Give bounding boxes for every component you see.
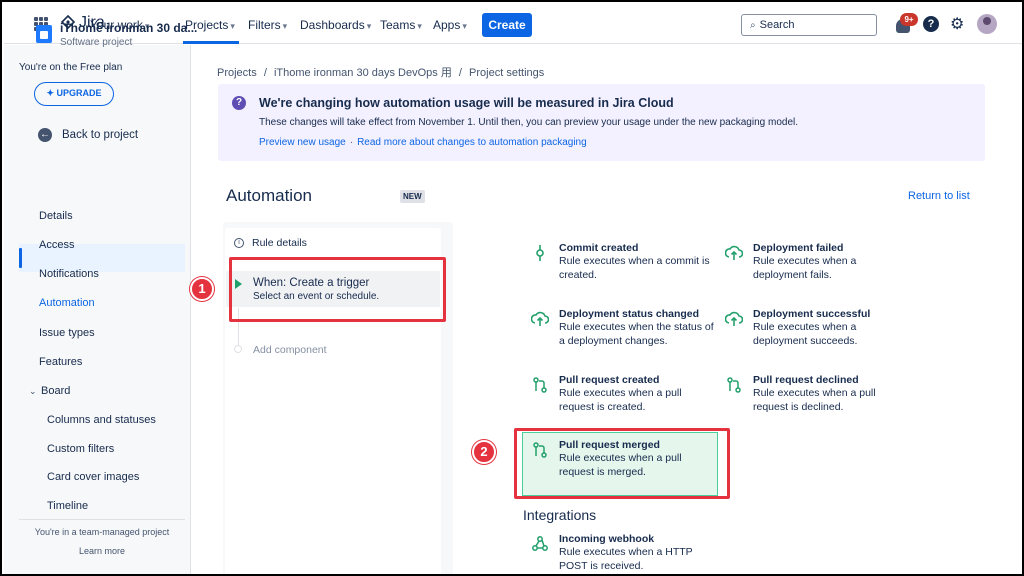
breadcrumb: Projects / iThome ironman 30 days DevOps… <box>217 67 545 79</box>
chevron-down-icon: ▾ <box>462 21 467 31</box>
create-button[interactable]: Create <box>482 13 532 37</box>
avatar[interactable] <box>977 14 997 34</box>
nav-apps[interactable]: Apps ▾ <box>433 18 467 32</box>
chevron-down-icon: ▾ <box>417 21 422 31</box>
commit-icon <box>531 244 551 264</box>
return-to-list-link[interactable]: Return to list <box>908 190 970 202</box>
annotation-marker-2: 2 <box>472 440 496 464</box>
sidebar-item-columns-and-statuses[interactable]: Columns and statuses <box>47 414 156 426</box>
chevron-down-icon: ▾ <box>282 21 288 31</box>
preview-usage-link[interactable]: Preview new usage <box>259 137 346 148</box>
nav-active-indicator <box>183 41 239 44</box>
nav-filters[interactable]: Filters ▾ <box>248 18 287 32</box>
upgrade-button[interactable]: ✦ UPGRADE <box>34 82 114 106</box>
add-component-button[interactable]: Add component <box>253 344 327 356</box>
sidebar-item-card-cover-images[interactable]: Card cover images <box>47 471 139 483</box>
banner-links: Preview new usage · Read more about change… <box>259 137 587 148</box>
info-banner: ? We're changing how automation usage wi… <box>218 84 985 161</box>
sidebar-item-automation[interactable]: Automation <box>39 297 95 309</box>
cloud-upload-icon <box>724 244 745 264</box>
banner-title: We're changing how automation usage will… <box>259 96 674 110</box>
page-title: Automation <box>226 186 312 205</box>
notification-badge: 9+ <box>900 13 918 26</box>
nav-teams[interactable]: Teams ▾ <box>380 18 422 32</box>
search-icon: ⌕ <box>750 20 756 31</box>
add-component-dot <box>234 345 242 353</box>
project-type: Software project <box>60 37 133 48</box>
gear-icon[interactable]: ⚙ <box>950 14 964 34</box>
sidebar-item-custom-filters[interactable]: Custom filters <box>47 443 114 455</box>
cloud-upload-icon <box>724 310 745 330</box>
webhook-icon <box>531 535 551 555</box>
question-icon: ? <box>232 96 246 110</box>
project-icon <box>36 25 52 43</box>
integrations-heading: Integrations <box>523 507 597 523</box>
annotation-box-2 <box>514 428 730 499</box>
sidebar-item-timeline[interactable]: Timeline <box>47 500 88 512</box>
read-more-link[interactable]: Read more about changes to automation pa… <box>357 137 587 148</box>
breadcrumb-project-settings[interactable]: Project settings <box>469 67 544 79</box>
nav-dashboards[interactable]: Dashboards ▾ <box>300 18 371 32</box>
help-icon[interactable]: ? <box>923 16 939 32</box>
sidebar-item-notifications[interactable]: Notifications <box>39 268 99 280</box>
sidebar-item-issue-types[interactable]: Issue types <box>39 327 95 339</box>
plan-text: You're on the Free plan <box>19 62 123 73</box>
search-input[interactable]: ⌕ Search <box>741 14 877 36</box>
arrow-left-icon: ← <box>38 128 52 142</box>
sidebar-item-board[interactable]: Board <box>41 385 70 397</box>
breadcrumb-project[interactable]: iThome ironman 30 days DevOps 用 <box>274 67 452 79</box>
team-managed-text: You're in a team-managed project <box>34 527 170 537</box>
new-badge: NEW <box>400 190 425 203</box>
project-name[interactable]: iThome ironman 30 da... <box>60 21 197 35</box>
pull-request-icon <box>531 376 551 396</box>
annotation-box-1 <box>229 257 446 322</box>
annotation-marker-1: 1 <box>190 277 214 301</box>
cloud-upload-icon <box>530 310 551 330</box>
sidebar-item-details[interactable]: Details <box>39 210 73 222</box>
back-to-project-link[interactable]: ← Back to project <box>38 128 138 142</box>
sidebar-item-features[interactable]: Features <box>39 356 82 368</box>
sidebar-divider <box>19 519 185 520</box>
info-icon: i <box>234 238 244 248</box>
pull-request-icon <box>725 376 745 396</box>
learn-more-link[interactable]: Learn more <box>19 546 185 556</box>
sidebar <box>4 45 191 574</box>
sidebar-item-access[interactable]: Access <box>39 239 74 251</box>
banner-text: These changes will take effect from Nove… <box>259 117 798 128</box>
notifications-button[interactable]: 9+ <box>894 13 918 35</box>
chevron-down-icon: ▾ <box>366 21 372 31</box>
rule-details-link[interactable]: i Rule details <box>234 237 307 249</box>
breadcrumb-projects[interactable]: Projects <box>217 67 257 79</box>
chevron-down-icon[interactable]: ⌄ <box>29 386 37 397</box>
chevron-down-icon: ▾ <box>230 21 235 31</box>
screenshot-frame: Jira Your work ▾ Projects ▾ Filters ▾ Dashb… <box>0 0 1024 576</box>
sidebar-active-bar <box>19 248 22 268</box>
